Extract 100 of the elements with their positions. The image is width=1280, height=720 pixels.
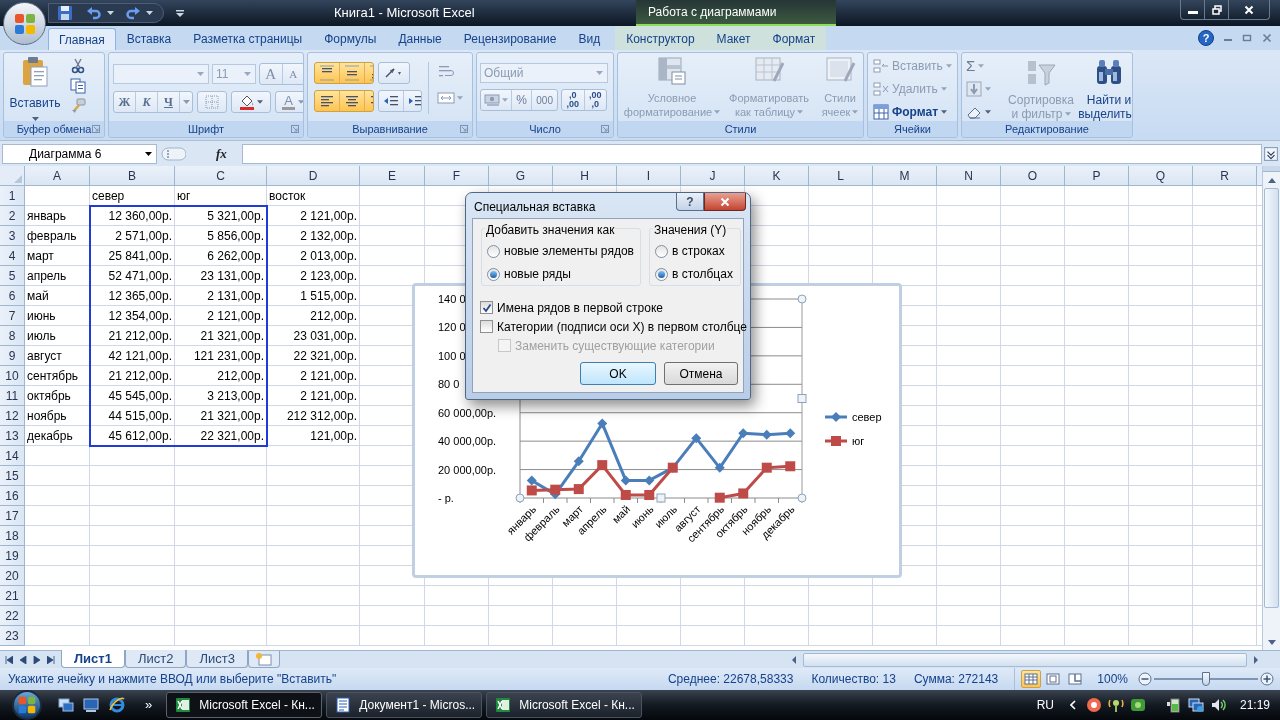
ribbon-tab[interactable]: Формат — [761, 28, 827, 50]
ribbon-tab[interactable]: Конструктор — [615, 28, 706, 50]
scroll-thumb[interactable] — [802, 652, 1247, 667]
row-header[interactable]: 7 — [0, 306, 25, 326]
help-button[interactable]: ? — [676, 193, 704, 211]
row-header[interactable]: 17 — [0, 506, 25, 526]
column-header[interactable]: P — [1065, 166, 1129, 186]
battery-icon[interactable] — [1165, 697, 1182, 713]
ribbon-tab[interactable]: Макет — [705, 28, 762, 50]
speaker-icon[interactable] — [1209, 697, 1226, 713]
radio-button[interactable] — [487, 267, 500, 281]
checkbox-option[interactable]: Имена рядов в первой строке — [480, 298, 743, 317]
flower-icon[interactable] — [1085, 697, 1102, 713]
radio-option[interactable]: новые ряды — [487, 265, 640, 283]
row-header[interactable]: 22 — [0, 606, 25, 626]
decrease-decimal-button[interactable]: ,00 ,0 — [584, 90, 606, 110]
caret-icon[interactable] — [107, 11, 114, 15]
taskbar-button[interactable]: Microsoft Excel - Кн... — [166, 692, 323, 718]
slider-thumb[interactable] — [1202, 672, 1210, 686]
column-header[interactable]: A — [25, 166, 90, 186]
column-header[interactable]: L — [809, 166, 873, 186]
clock[interactable]: 21:19 — [1239, 696, 1270, 714]
vertical-scrollbar[interactable] — [1262, 166, 1280, 650]
bold-button[interactable]: Ж — [114, 92, 136, 112]
network-icon[interactable] — [1187, 697, 1204, 713]
row-header[interactable]: 2 — [0, 206, 25, 226]
splitter-handle[interactable] — [160, 145, 186, 162]
previous-sheet-icon[interactable] — [19, 655, 27, 664]
switch-windows-icon[interactable] — [58, 697, 74, 713]
row-header[interactable]: 4 — [0, 246, 25, 266]
column-header[interactable]: H — [553, 166, 617, 186]
taskbar-button[interactable]: Документ1 - Micros... — [326, 692, 483, 718]
selection-handle[interactable] — [797, 294, 807, 304]
ribbon-tab[interactable]: Вид — [567, 28, 612, 50]
ribbon-tab[interactable]: Вставка — [115, 28, 183, 50]
radio-option[interactable]: в строках — [655, 242, 740, 260]
browser-icon[interactable] — [108, 696, 126, 714]
restore-icon[interactable] — [1242, 33, 1252, 43]
row-header[interactable]: 1 — [0, 186, 25, 206]
column-header[interactable]: M — [873, 166, 937, 186]
formula-input[interactable] — [242, 143, 1262, 164]
scroll-down-icon[interactable] — [1267, 639, 1276, 645]
column-header[interactable]: E — [360, 166, 425, 186]
next-sheet-icon[interactable] — [33, 655, 41, 664]
thousands-button[interactable]: 000 — [532, 90, 557, 110]
insert-function-button[interactable]: fx — [216, 143, 238, 164]
shield-icon[interactable] — [1129, 697, 1146, 713]
paste-button[interactable]: Вставить — [4, 53, 66, 121]
row-header[interactable]: 14 — [0, 446, 25, 466]
zoom-level[interactable]: 100% — [1097, 670, 1128, 688]
row-header[interactable]: 10 — [0, 366, 25, 386]
ribbon-tab[interactable]: Рецензирование — [452, 28, 568, 50]
ribbon-tab[interactable]: Главная — [48, 28, 116, 50]
last-sheet-icon[interactable] — [47, 655, 55, 664]
editing-button[interactable]: Найти и выделить — [1080, 57, 1132, 121]
caret-icon[interactable] — [146, 11, 153, 15]
row-header[interactable]: 13 — [0, 426, 25, 446]
row-header[interactable]: 8 — [0, 326, 25, 346]
start-button[interactable] — [12, 690, 42, 720]
autosum-button[interactable]: Σ — [966, 57, 1002, 75]
column-header[interactable]: K — [745, 166, 809, 186]
antenna-icon[interactable] — [1107, 697, 1124, 713]
row-header[interactable]: 18 — [0, 526, 25, 546]
column-header[interactable]: D — [267, 166, 360, 186]
column-header[interactable]: B — [90, 166, 175, 186]
radio-button[interactable] — [655, 267, 668, 281]
column-header[interactable]: I — [617, 166, 681, 186]
chevron-left-icon[interactable] — [1069, 700, 1076, 710]
ribbon-tab[interactable]: Разметка страницы — [182, 28, 314, 50]
language-indicator[interactable]: RU — [1036, 696, 1054, 714]
radio-option[interactable]: новые элементы рядов — [487, 242, 640, 260]
column-header[interactable]: O — [1001, 166, 1065, 186]
zoom-out-icon[interactable] — [1138, 672, 1152, 686]
row-header[interactable]: 16 — [0, 486, 25, 506]
cancel-button[interactable]: Отмена — [664, 362, 738, 385]
redo-icon[interactable] — [125, 5, 141, 21]
column-header[interactable]: J — [681, 166, 745, 186]
column-header[interactable]: F — [425, 166, 489, 186]
checkbox[interactable] — [480, 301, 493, 314]
scroll-right-icon[interactable] — [1253, 655, 1258, 664]
scroll-thumb[interactable] — [1264, 188, 1279, 608]
selection-handle[interactable] — [797, 493, 807, 503]
close-button[interactable] — [704, 193, 746, 211]
sheet-tab[interactable]: Лист3 — [186, 650, 248, 668]
radio-option[interactable]: в столбцах — [655, 265, 740, 283]
row-header[interactable]: 20 — [0, 566, 25, 586]
sheet-tab[interactable]: Лист1 — [61, 650, 125, 668]
merge-cells-icon[interactable] — [437, 90, 455, 106]
increase-decimal-button[interactable]: ,0 ,00 — [562, 90, 585, 110]
view-button[interactable] — [1021, 670, 1042, 688]
cells-button[interactable]: Формат — [873, 103, 952, 121]
taskbar-button[interactable]: Microsoft Excel - Кн... — [486, 692, 643, 718]
row-header[interactable]: 12 — [0, 406, 25, 426]
expand-chevron-icon[interactable] — [1264, 146, 1278, 161]
customize-caret-icon[interactable] — [176, 9, 184, 17]
italic-button[interactable]: К — [136, 92, 158, 112]
desktop-icon[interactable] — [83, 697, 99, 713]
row-header[interactable]: 9 — [0, 346, 25, 366]
help-button[interactable]: ? — [1198, 30, 1214, 46]
row-header[interactable]: 21 — [0, 586, 25, 606]
